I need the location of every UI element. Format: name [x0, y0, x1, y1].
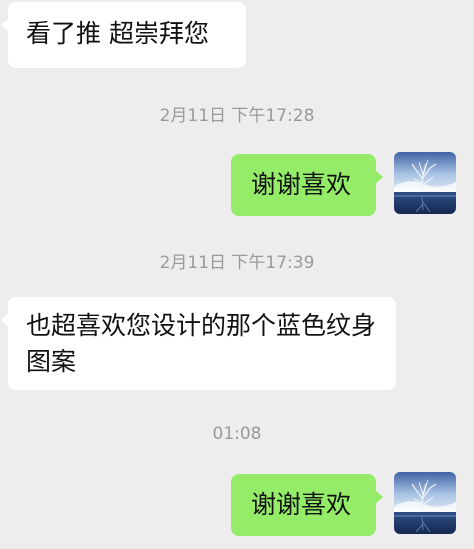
incoming-message-bubble[interactable]: 也超喜欢您设计的那个蓝色纹身图案 [1, 297, 396, 390]
timestamp-row: 2月11日 下午17:39 [0, 248, 474, 273]
outgoing-message-bubble[interactable]: 谢谢喜欢 [231, 154, 383, 216]
timestamp-text: 01:08 [212, 424, 262, 444]
message-text: 看了推 超崇拜您 [26, 19, 209, 48]
winter-tree-lake-avatar-icon [394, 152, 456, 214]
incoming-message-bubble[interactable]: 看了推 超崇拜您 [1, 2, 246, 68]
timestamp-row: 2月11日 下午17:28 [0, 101, 474, 126]
user-avatar[interactable] [394, 152, 456, 214]
chat-view: 看了推 超崇拜您 2月11日 下午17:28 谢谢喜欢 2月11日 下午17:3… [0, 0, 474, 549]
outgoing-message-bubble[interactable]: 谢谢喜欢 [231, 474, 383, 536]
message-text: 也超喜欢您设计的那个蓝色纹身图案 [26, 311, 377, 376]
winter-tree-lake-avatar-icon [394, 472, 456, 534]
user-avatar[interactable] [394, 472, 456, 534]
message-text: 谢谢喜欢 [251, 170, 352, 199]
timestamp-text: 2月11日 下午17:39 [159, 253, 315, 273]
message-text: 谢谢喜欢 [251, 490, 352, 519]
timestamp-text: 2月11日 下午17:28 [159, 106, 315, 126]
timestamp-row: 01:08 [0, 424, 474, 444]
